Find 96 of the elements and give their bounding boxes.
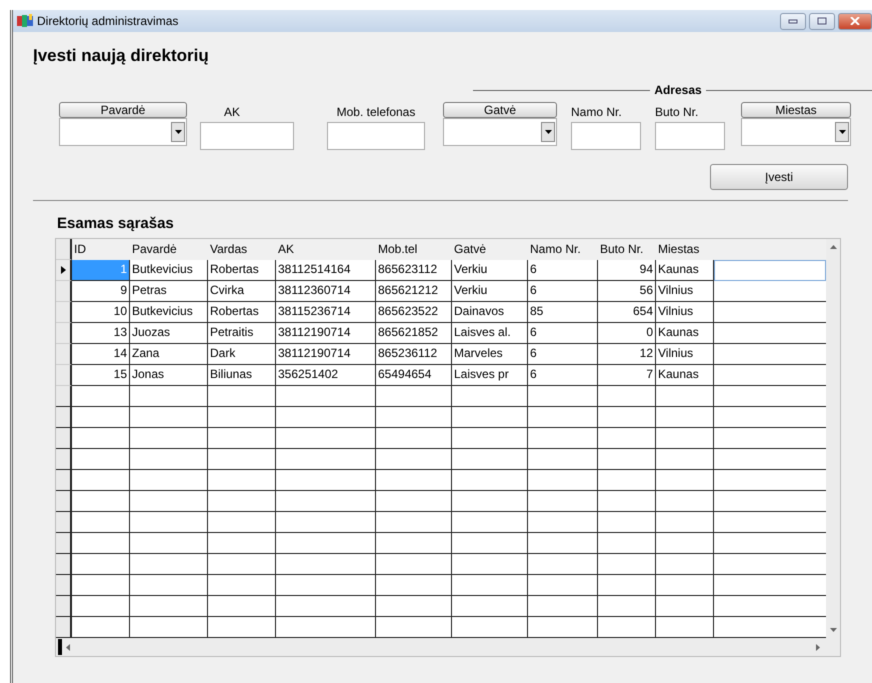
sort-button[interactable]: Gatvė	[443, 102, 557, 118]
table-cell: Kaunas	[656, 260, 714, 281]
table-cell: 10	[72, 302, 130, 323]
sort-button[interactable]: Pavardė	[59, 102, 187, 118]
row-pointer-icon	[60, 266, 66, 274]
table-cell: 38112360714	[276, 281, 376, 302]
table-cell: 38115236714	[276, 302, 376, 323]
table-cell: 38112190714	[276, 344, 376, 365]
field-label: Namo Nr.	[571, 104, 622, 118]
vertical-scrollbar[interactable]	[826, 239, 840, 638]
table-cell: Petraitis	[208, 323, 276, 344]
table-cell: Kaunas	[656, 323, 714, 344]
table-cell: 13	[72, 323, 130, 344]
table-cell: Verkiu	[452, 281, 528, 302]
table-cell: 865621852	[376, 323, 452, 344]
table-cell: 865623112	[376, 260, 452, 281]
table-cell: Juozas	[130, 323, 208, 344]
table-cell: 1	[72, 260, 130, 281]
input-field[interactable]	[571, 122, 641, 150]
submit-button[interactable]: Įvesti	[710, 164, 848, 190]
table-cell: Robertas	[208, 260, 276, 281]
table-cell: 12	[598, 344, 656, 365]
table-cell: Butkevicius	[130, 302, 208, 323]
table-row[interactable]: 13 Juozas Petraitis 38112190714 865621852 Laisves al. 6 0 Kaunas	[56, 323, 826, 344]
dropdown-button[interactable]	[835, 122, 849, 142]
row-header[interactable]	[56, 344, 72, 365]
maximize-button[interactable]	[809, 12, 835, 30]
group-label: Adresas	[654, 83, 702, 97]
dropdown-button[interactable]	[171, 122, 185, 142]
row-header[interactable]	[56, 365, 72, 386]
table-cell: 6	[528, 323, 598, 344]
table-cell: Zana	[130, 344, 208, 365]
table-cell: Cvirka	[208, 281, 276, 302]
scroll-down-icon	[830, 628, 836, 632]
table-cell: 38112190714	[276, 323, 376, 344]
table-cell: Laisves al.	[452, 323, 528, 344]
row-header[interactable]	[56, 281, 72, 302]
section-heading: Esamas sąrašas	[57, 215, 175, 232]
table-row[interactable]: 1 Butkevicius Robertas 38112514164 865623112 Verkiu 6 94 Kaunas	[56, 260, 826, 281]
minimize-icon	[788, 18, 798, 24]
table-cell: Verkiu	[452, 260, 528, 281]
field-label: AK	[224, 104, 240, 118]
table-cell: 94	[598, 260, 656, 281]
table-cell: 0	[598, 323, 656, 344]
table-cell: 38112514164	[276, 260, 376, 281]
table-cell: Butkevicius	[130, 260, 208, 281]
table-cell: Vilnius	[656, 281, 714, 302]
horizontal-scrollbar[interactable]	[56, 638, 840, 656]
table-cell: Marveles	[452, 344, 528, 365]
table-cell: Dark	[208, 344, 276, 365]
close-button[interactable]	[838, 12, 872, 30]
row-header[interactable]	[56, 323, 72, 344]
row-header[interactable]	[56, 302, 72, 323]
table-cell: 6	[528, 281, 598, 302]
field-label: Buto Nr.	[655, 104, 698, 118]
row-header[interactable]	[56, 260, 72, 281]
table-cell: 14	[72, 344, 130, 365]
table-cell: 654	[598, 302, 656, 323]
dropdown-field[interactable]	[443, 118, 557, 146]
section-heading: Įvesti naują direktorių	[33, 45, 210, 67]
table-row[interactable]: 14 Zana Dark 38112190714 865236112 Marveles 6 12 Vilnius	[56, 344, 826, 365]
scroll-right-icon	[816, 644, 820, 650]
table-row[interactable]: 10 Butkevicius Robertas 38115236714 865623522 Dainavos 85 654 Vilnius	[56, 302, 826, 323]
dropdown-field[interactable]	[741, 118, 851, 146]
input-field[interactable]	[327, 122, 425, 150]
table-cell: 865621212	[376, 281, 452, 302]
table-cell: Petras	[130, 281, 208, 302]
table-cell: 6	[528, 344, 598, 365]
app-icon	[17, 14, 33, 28]
scroll-left-icon	[66, 644, 70, 650]
window-title: Direktorių administravimas	[37, 14, 178, 28]
table-cell: Dainavos	[452, 302, 528, 323]
caret-icon	[838, 130, 846, 134]
dropdown-field[interactable]	[59, 118, 187, 146]
close-icon	[850, 17, 860, 25]
maximize-icon	[817, 17, 827, 25]
table-cell: 56	[598, 281, 656, 302]
table-cell: Robertas	[208, 302, 276, 323]
sort-button[interactable]: Miestas	[741, 102, 851, 118]
caret-icon	[174, 130, 182, 134]
dropdown-button[interactable]	[541, 122, 555, 142]
table-cell: 6	[528, 260, 598, 281]
table-cell: 9	[72, 281, 130, 302]
table-row[interactable]: 9 Petras Cvirka 38112360714 865621212 Verkiu 6 56 Vilnius	[56, 281, 826, 302]
minimize-button[interactable]	[780, 12, 806, 30]
field-label: Mob. telefonas	[336, 104, 416, 118]
table-cell: 85	[528, 302, 598, 323]
table-cell: 865236112	[376, 344, 452, 365]
caret-icon	[544, 130, 552, 134]
input-field[interactable]	[655, 122, 725, 150]
corner-cell	[56, 239, 72, 260]
scroll-up-icon	[830, 245, 836, 249]
table-cell: 865623522	[376, 302, 452, 323]
table-cell: Vilnius	[656, 344, 714, 365]
input-field[interactable]	[200, 122, 294, 150]
table-cell: Vilnius	[656, 302, 714, 323]
